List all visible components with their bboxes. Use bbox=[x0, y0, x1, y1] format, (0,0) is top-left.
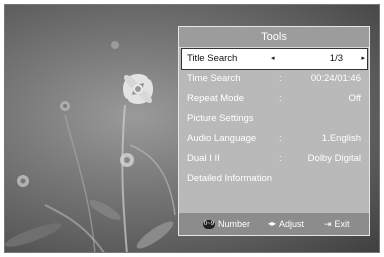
menu-item-value: Off bbox=[348, 93, 362, 104]
menu-item-value: 1.English bbox=[321, 133, 361, 144]
menu-item-separator: : bbox=[279, 133, 282, 144]
number-label: Number bbox=[218, 219, 251, 229]
menu-item-time-search[interactable]: Time Search : 00:24/01:46 bbox=[182, 69, 367, 89]
exit-hint[interactable]: ⇥ Exit bbox=[324, 213, 350, 235]
menu-item-label: Time Search bbox=[187, 73, 241, 84]
menu-item-audio-language[interactable]: Audio Language : 1.English bbox=[182, 129, 367, 149]
menu-item-repeat-mode[interactable]: Repeat Mode : Off bbox=[182, 89, 367, 109]
tools-menu-panel: Tools Title Search ◂ 1/3 ▸ Time Search :… bbox=[178, 26, 370, 236]
panel-title: Tools bbox=[179, 27, 369, 48]
exit-icon: ⇥ bbox=[324, 219, 332, 229]
exit-label: Exit bbox=[334, 219, 350, 229]
number-keys-icon: 0~9 bbox=[203, 219, 215, 229]
menu-item-detailed-information[interactable]: Detailed Information bbox=[182, 169, 367, 189]
menu-item-value: 00:24/01:46 bbox=[310, 73, 361, 84]
menu-item-value: Dolby Digital bbox=[307, 153, 361, 164]
menu-item-separator: : bbox=[279, 153, 282, 164]
menu-item-label: Dual I II bbox=[187, 153, 220, 164]
menu-item-label: Title Search bbox=[187, 53, 238, 64]
menu-item-value: 1/3 bbox=[329, 53, 343, 64]
number-hint: 0~9 Number bbox=[203, 213, 250, 235]
panel-footer: 0~9 Number ◂▸ Adjust ⇥ Exit bbox=[179, 213, 369, 235]
tools-menu-list: Title Search ◂ 1/3 ▸ Time Search : 00:24… bbox=[181, 48, 368, 189]
menu-item-label: Detailed Information bbox=[187, 173, 273, 184]
left-right-icon: ◂▸ bbox=[268, 219, 277, 228]
menu-item-label: Audio Language bbox=[187, 133, 257, 144]
adjust-hint: ◂▸ Adjust bbox=[268, 213, 304, 235]
menu-item-label: Repeat Mode bbox=[187, 93, 245, 104]
menu-item-separator: : bbox=[279, 93, 282, 104]
right-arrow-icon[interactable]: ▸ bbox=[361, 49, 365, 69]
video-frame: Tools Title Search ◂ 1/3 ▸ Time Search :… bbox=[4, 4, 380, 253]
adjust-label: Adjust bbox=[279, 219, 305, 229]
menu-item-picture-settings[interactable]: Picture Settings bbox=[182, 109, 367, 129]
menu-item-separator: : bbox=[279, 73, 282, 84]
left-arrow-icon[interactable]: ◂ bbox=[271, 49, 275, 69]
menu-item-label: Picture Settings bbox=[187, 113, 254, 124]
menu-item-dual[interactable]: Dual I II : Dolby Digital bbox=[182, 149, 367, 169]
menu-item-title-search[interactable]: Title Search ◂ 1/3 ▸ bbox=[181, 48, 368, 70]
